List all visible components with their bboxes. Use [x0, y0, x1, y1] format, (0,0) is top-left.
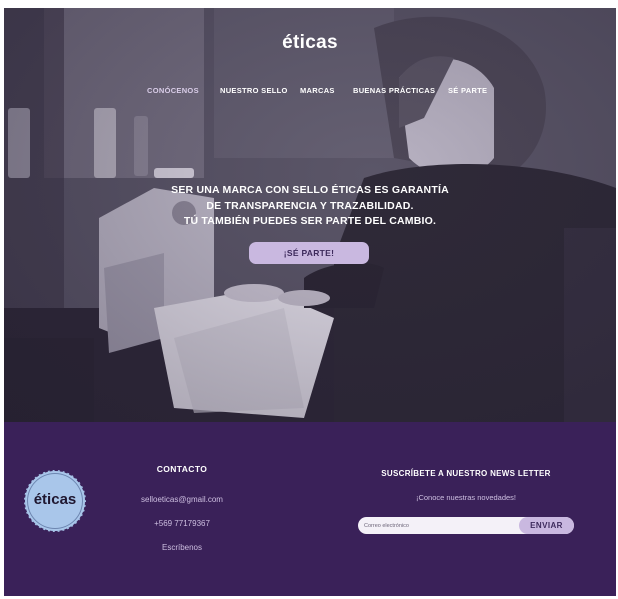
site-logo[interactable]: éticas	[4, 32, 616, 54]
newsletter-submit-button[interactable]: ENVIAR	[519, 517, 574, 534]
contact-phone[interactable]: +569 77179367	[122, 519, 242, 528]
nav-item-se-parte[interactable]: SÉ PARTE	[448, 86, 487, 95]
nav-item-nuestro-sello[interactable]: NUESTRO SELLO	[220, 86, 288, 95]
hero-section: éticas CONÓCENOS NUESTRO SELLO MARCAS BU…	[4, 8, 616, 422]
nav-item-buenas-practicas[interactable]: BUENAS PRÁCTICAS	[353, 86, 435, 95]
page: éticas CONÓCENOS NUESTRO SELLO MARCAS BU…	[4, 8, 616, 596]
badge-logo-text: éticas	[33, 491, 77, 508]
contact-title: CONTACTO	[156, 464, 208, 474]
hero-line-3: TÚ TAMBIÉN PUEDES SER PARTE DEL CAMBIO.	[183, 215, 437, 227]
hero-line-2: DE TRANSPARENCIA Y TRAZABILIDAD.	[206, 199, 414, 212]
contact-write-link[interactable]: Escríbenos	[122, 543, 242, 552]
newsletter-subtitle: ¡Conoce nuestras novedades!	[415, 493, 517, 502]
hero-headline: SER UNA MARCA CON SELLO ÉTICAS ES GARANT…	[154, 183, 466, 230]
newsletter-form: ENVIAR	[358, 517, 574, 534]
newsletter-email-input[interactable]	[364, 517, 514, 534]
footer	[4, 422, 616, 596]
nav-item-conocenos[interactable]: CONÓCENOS	[147, 86, 199, 95]
se-parte-button[interactable]: ¡SÉ PARTE!	[249, 242, 369, 264]
nav-item-marcas[interactable]: MARCAS	[300, 86, 335, 95]
newsletter-title: SUSCRÍBETE A NUESTRO NEWS LETTER	[381, 469, 551, 478]
contact-email-link[interactable]: selloeticas@gmail.com	[122, 495, 242, 504]
hero-line-1: SER UNA MARCA CON SELLO ÉTICAS ES GARANT…	[171, 184, 449, 196]
main-nav: CONÓCENOS NUESTRO SELLO MARCAS BUENAS PR…	[4, 86, 616, 98]
eticas-badge: éticas	[24, 470, 86, 532]
